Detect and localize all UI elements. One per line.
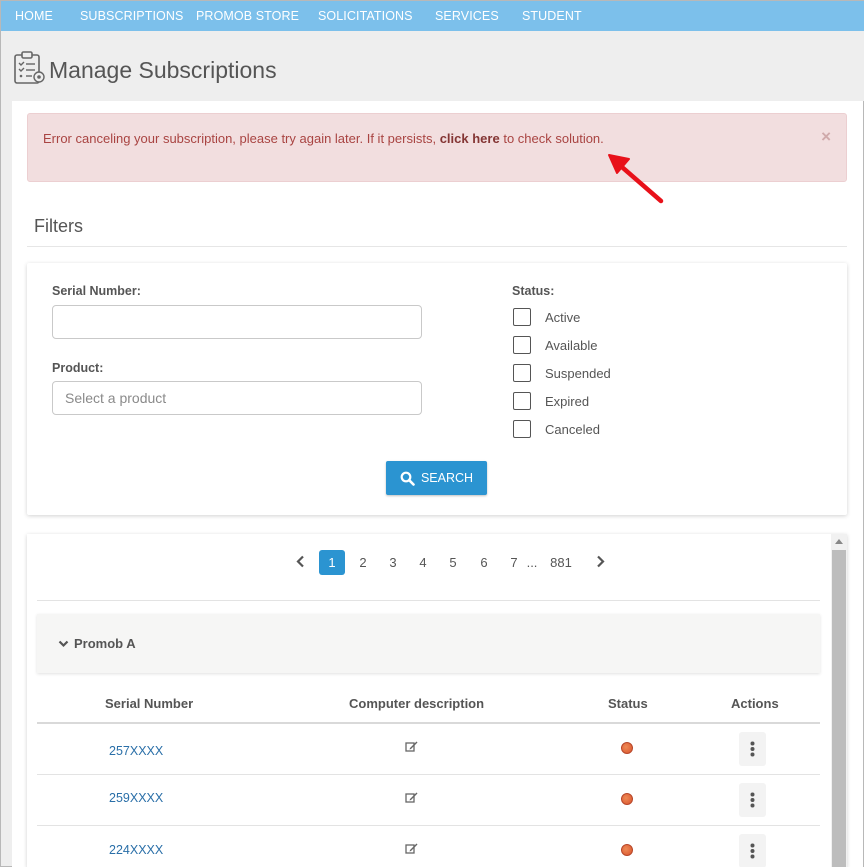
alert-text-before: Error canceling your subscription, pleas… (43, 131, 437, 146)
alert-solution-link[interactable]: click here (440, 131, 500, 146)
nav-promob-store[interactable]: PROMOB STORE (196, 9, 299, 23)
edit-icon[interactable] (405, 791, 418, 804)
serial-link[interactable]: 259XXXX (109, 791, 163, 805)
page-4[interactable]: 4 (414, 550, 432, 575)
row-divider (37, 825, 820, 826)
more-vertical-icon (750, 792, 755, 808)
search-button[interactable]: SEARCH (386, 461, 487, 495)
chevron-right-icon[interactable] (596, 555, 605, 568)
nav-services[interactable]: SERVICES (435, 9, 499, 23)
search-button-label: SEARCH (420, 471, 474, 485)
scrollbar-thumb[interactable] (832, 550, 846, 867)
column-header-actions: Actions (731, 696, 779, 711)
status-indicator (621, 793, 633, 805)
row-divider (37, 774, 820, 775)
chevron-down-icon (58, 640, 69, 647)
table-header-divider (37, 722, 820, 724)
search-icon (400, 471, 415, 486)
red-arrow-annotation (608, 154, 664, 204)
product-group-toggle[interactable]: Promob A (58, 636, 136, 651)
status-option-expired[interactable]: Expired (513, 392, 589, 410)
column-header-serial: Serial Number (105, 696, 194, 711)
status-label: Status: (512, 284, 555, 298)
checkbox-label: Expired (545, 393, 590, 409)
edit-icon[interactable] (405, 842, 418, 855)
canceled-checkbox[interactable] (513, 420, 531, 438)
expired-checkbox[interactable] (513, 392, 531, 410)
column-header-status: Status (608, 696, 648, 711)
column-header-description: Computer description (349, 696, 485, 711)
checkbox-label: Suspended (545, 365, 611, 381)
page-5[interactable]: 5 (444, 550, 462, 575)
top-navigation: HOME SUBSCRIPTIONS PROMOB STORE SOLICITA… (1, 1, 864, 31)
product-group-header[interactable] (37, 614, 820, 673)
serial-link[interactable]: 257XXXX (109, 744, 163, 758)
more-vertical-icon (750, 741, 755, 757)
nav-subscriptions[interactable]: SUBSCRIPTIONS (80, 9, 183, 23)
divider (27, 246, 847, 247)
filters-heading: Filters (34, 216, 83, 236)
page-6[interactable]: 6 (475, 550, 493, 575)
nav-home[interactable]: HOME (15, 9, 53, 23)
page-3[interactable]: 3 (384, 550, 402, 575)
status-option-canceled[interactable]: Canceled (513, 420, 600, 438)
page-1[interactable]: 1 (319, 550, 345, 575)
serial-number-label: Serial Number: (52, 284, 141, 298)
page-last[interactable]: 881 (547, 550, 575, 575)
serial-link[interactable]: 224XXXX (109, 843, 163, 857)
checkbox-label: Active (545, 309, 581, 325)
scroll-up-arrow-icon[interactable] (835, 539, 843, 544)
pager-ellipsis: ... (526, 555, 538, 570)
available-checkbox[interactable] (513, 336, 531, 354)
status-option-suspended[interactable]: Suspended (513, 364, 611, 382)
row-actions-button[interactable] (739, 783, 766, 817)
nav-student[interactable]: STUDENT (522, 9, 582, 23)
page-2[interactable]: 2 (354, 550, 372, 575)
alert-message: Error canceling your subscription, pleas… (43, 131, 604, 146)
nav-solicitations[interactable]: SOLICITATIONS (318, 9, 413, 23)
clipboard-checklist-icon (14, 51, 45, 84)
active-checkbox[interactable] (513, 308, 531, 326)
checkbox-label: Canceled (545, 421, 600, 437)
product-select[interactable] (52, 381, 422, 415)
close-icon[interactable]: × (821, 127, 831, 147)
status-indicator (621, 742, 633, 754)
page-7[interactable]: 7 (505, 550, 523, 575)
divider (37, 600, 820, 601)
checkbox-label: Available (545, 337, 598, 353)
product-group-label: Promob A (74, 636, 136, 651)
serial-number-input[interactable] (52, 305, 422, 339)
page-title: Manage Subscriptions (49, 57, 277, 83)
status-option-active[interactable]: Active (513, 308, 580, 326)
more-vertical-icon (750, 843, 755, 859)
status-option-available[interactable]: Available (513, 336, 598, 354)
error-alert: Error canceling your subscription, pleas… (27, 113, 847, 182)
suspended-checkbox[interactable] (513, 364, 531, 382)
row-actions-button[interactable] (739, 834, 766, 867)
product-label: Product: (52, 361, 104, 375)
alert-text-after: to check solution. (503, 131, 604, 146)
row-actions-button[interactable] (739, 732, 766, 766)
status-indicator (621, 844, 633, 856)
edit-icon[interactable] (405, 740, 418, 753)
page-header: Manage Subscriptions (1, 31, 864, 101)
chevron-left-icon[interactable] (296, 555, 305, 568)
